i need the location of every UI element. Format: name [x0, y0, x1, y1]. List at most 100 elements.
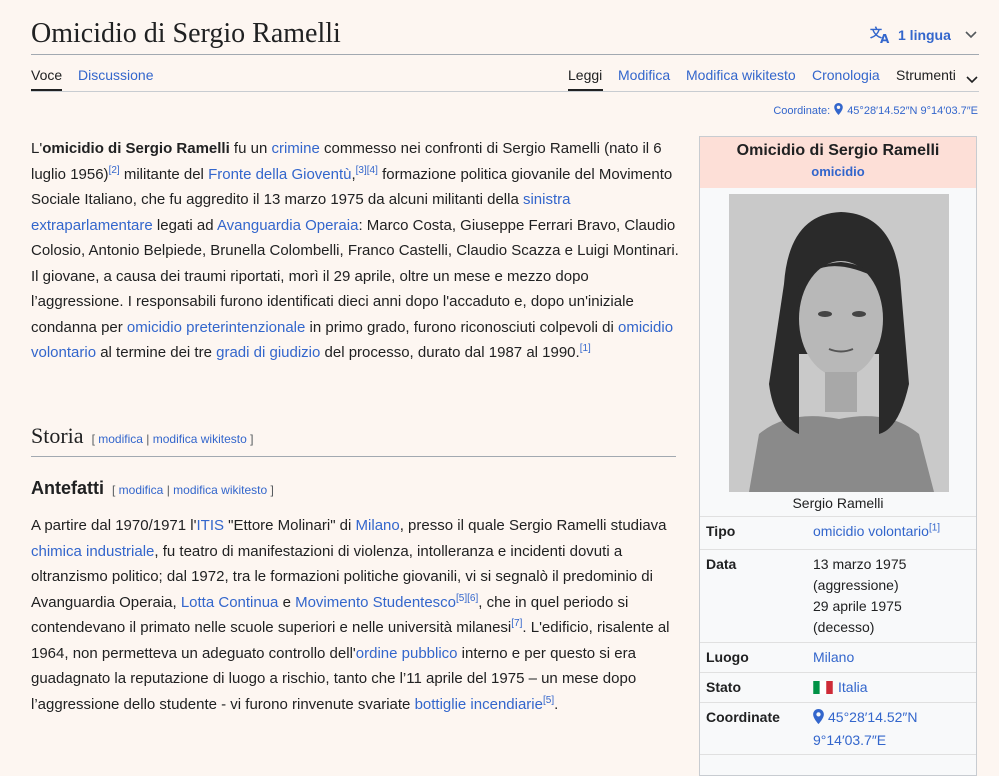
row-label: Coordinate — [706, 709, 780, 725]
row-value: 13 marzo 1975 (aggressione) 29 aprile 19… — [813, 554, 973, 638]
infobox-row-luogo: Luogo Milano — [700, 642, 976, 673]
map-pin-icon — [834, 103, 843, 118]
page-title: Omicidio di Sergio Ramelli — [31, 18, 341, 49]
tab-leggi[interactable]: Leggi — [568, 67, 602, 83]
link-milano[interactable]: Milano — [813, 649, 854, 665]
link-avanguardia-operaia[interactable]: Avanguardia Operaia — [217, 217, 359, 234]
reference-link[interactable]: [3][4] — [356, 165, 378, 176]
reference-link[interactable]: [7] — [511, 618, 522, 629]
section-edit-links: [ modifica | modifica wikitesto ] — [112, 483, 274, 497]
coordinates-indicator: Coordinate: 45°28′14.52″N 9°14′03.7″E — [773, 103, 978, 118]
map-pin-icon — [813, 709, 824, 730]
tab-discussione[interactable]: Discussione — [78, 67, 153, 83]
reference-link[interactable]: [1] — [580, 343, 591, 354]
coordinates-label: Coordinate: — [773, 104, 831, 117]
intro-paragraph: L'omicidio di Sergio Ramelli fu un crimi… — [31, 136, 679, 366]
link-chimica-industriale[interactable]: chimica industriale — [31, 543, 154, 560]
bracket: [ — [112, 483, 119, 497]
tab-cronologia[interactable]: Cronologia — [812, 67, 880, 83]
antefatti-paragraph: A partire dal 1970/1971 l'ITIS "Ettore M… — [31, 513, 679, 717]
tab-voce[interactable]: Voce — [31, 67, 62, 83]
link-lotta-continua[interactable]: Lotta Continua — [181, 594, 279, 611]
date-note: (decesso) — [813, 619, 875, 635]
coordinates-link[interactable]: 9°14′03.7″E — [813, 732, 886, 748]
tab-modifica-wikitesto[interactable]: Modifica wikitesto — [686, 67, 796, 83]
infobox-row-tipo: Tipo omicidio volontario[1] — [700, 516, 976, 550]
link-crimine[interactable]: crimine — [271, 140, 319, 157]
row-label: Luogo — [706, 649, 749, 665]
text: . — [554, 695, 559, 713]
link-omicidio-volontario[interactable]: omicidio volontario — [813, 523, 929, 539]
chevron-down-icon — [965, 31, 977, 39]
title-divider — [31, 54, 979, 55]
row-label: Data — [706, 556, 737, 572]
coordinates-link[interactable]: 45°28′14.52″N 9°14′03.7″E — [847, 105, 978, 117]
section-heading-storia: Storia [ modifica | modifica wikitesto ] — [31, 423, 253, 449]
link-itis[interactable]: ITIS — [196, 517, 224, 534]
text: L' — [31, 140, 43, 157]
row-label: Stato — [706, 679, 741, 695]
text: del processo, durato dal 1987 al 1990. — [320, 344, 580, 361]
reference-link[interactable]: [5][6] — [456, 593, 478, 604]
text: e — [278, 593, 296, 611]
svg-text:A: A — [880, 32, 890, 44]
text: legati ad — [152, 216, 217, 234]
infobox-row-stato: Stato Italia — [700, 672, 976, 703]
text: militante del — [119, 165, 209, 183]
section-edit-links: [ modifica | modifica wikitesto ] — [92, 432, 254, 446]
reference-link[interactable]: [5] — [543, 695, 554, 706]
infobox-header: Omicidio di Sergio Ramelli omicidio — [700, 137, 976, 188]
link-milano[interactable]: Milano — [356, 517, 400, 534]
infobox: Omicidio di Sergio Ramelli omicidio Serg… — [699, 136, 977, 776]
reference-link[interactable]: [2] — [109, 165, 120, 176]
infobox-row-next — [700, 754, 976, 775]
link-fronte-della-gioventu[interactable]: Fronte della Gioventù — [208, 166, 351, 183]
chevron-down-icon[interactable] — [966, 71, 978, 89]
bracket: ] — [246, 432, 254, 446]
text: A partire dal 1970/1971 l' — [31, 517, 197, 534]
bracket: ] — [267, 483, 274, 497]
italy-flag-icon — [813, 679, 833, 694]
row-value: Milano — [813, 647, 973, 668]
text: , presso il quale Sergio Ramelli studiav… — [399, 517, 667, 534]
row-value: Italia — [813, 677, 973, 698]
infobox-row-coordinate: Coordinate 45°28′14.52″N 9°14′03.7″E — [700, 702, 976, 755]
link-ordine-pubblico[interactable]: ordine pubblico — [356, 645, 458, 662]
text: fu un — [229, 140, 272, 157]
coordinates-link[interactable]: 45°28′14.52″N — [828, 709, 917, 725]
separator: | — [163, 483, 174, 497]
edit-wikitext-section-link[interactable]: modifica wikitesto — [153, 432, 247, 446]
link-movimento-studentesco[interactable]: Movimento Studentesco — [295, 594, 456, 611]
date-text: 29 aprile 1975 — [813, 598, 902, 614]
infobox-row-data: Data 13 marzo 1975 (aggressione) 29 apri… — [700, 549, 976, 643]
text: al termine dei tre — [96, 344, 217, 361]
infobox-subtitle-link[interactable]: omicidio — [700, 164, 976, 179]
text: in primo grado, furono riconosciuti colp… — [305, 318, 619, 336]
tab-modifica[interactable]: Modifica — [618, 67, 670, 83]
translate-icon: 文A — [870, 26, 892, 44]
text: "Ettore Molinari" di — [224, 517, 356, 534]
date-text: 13 marzo 1975 — [813, 556, 907, 572]
photo-caption: Sergio Ramelli — [792, 495, 884, 511]
infobox-title: Omicidio di Sergio Ramelli — [736, 142, 940, 159]
language-count: 1 lingua — [898, 27, 951, 43]
link-bottiglie-incendiarie[interactable]: bottiglie incendiarie — [415, 696, 543, 713]
heading-text: Antefatti — [31, 478, 104, 498]
edit-section-link[interactable]: modifica — [98, 432, 143, 446]
language-button[interactable]: 文A 1 lingua — [870, 24, 977, 46]
row-value: omicidio volontario[1] — [813, 521, 973, 542]
edit-section-link[interactable]: modifica — [119, 483, 164, 497]
portrait-photo[interactable] — [729, 194, 949, 492]
tab-strumenti[interactable]: Strumenti — [896, 67, 956, 83]
link-omicidio-preterintenzionale[interactable]: omicidio preterintenzionale — [127, 319, 305, 336]
link-gradi-di-giudizio[interactable]: gradi di giudizio — [216, 344, 320, 361]
edit-wikitext-section-link[interactable]: modifica wikitesto — [173, 483, 267, 497]
row-label: Tipo — [706, 523, 736, 539]
heading-text: Storia — [31, 423, 84, 448]
tabs-divider — [31, 91, 979, 92]
link-italia[interactable]: Italia — [838, 679, 868, 695]
row-value: 45°28′14.52″N 9°14′03.7″E — [813, 707, 973, 751]
section-divider — [31, 456, 676, 457]
date-note: (aggressione) — [813, 577, 899, 593]
reference-link[interactable]: [1] — [929, 522, 940, 533]
